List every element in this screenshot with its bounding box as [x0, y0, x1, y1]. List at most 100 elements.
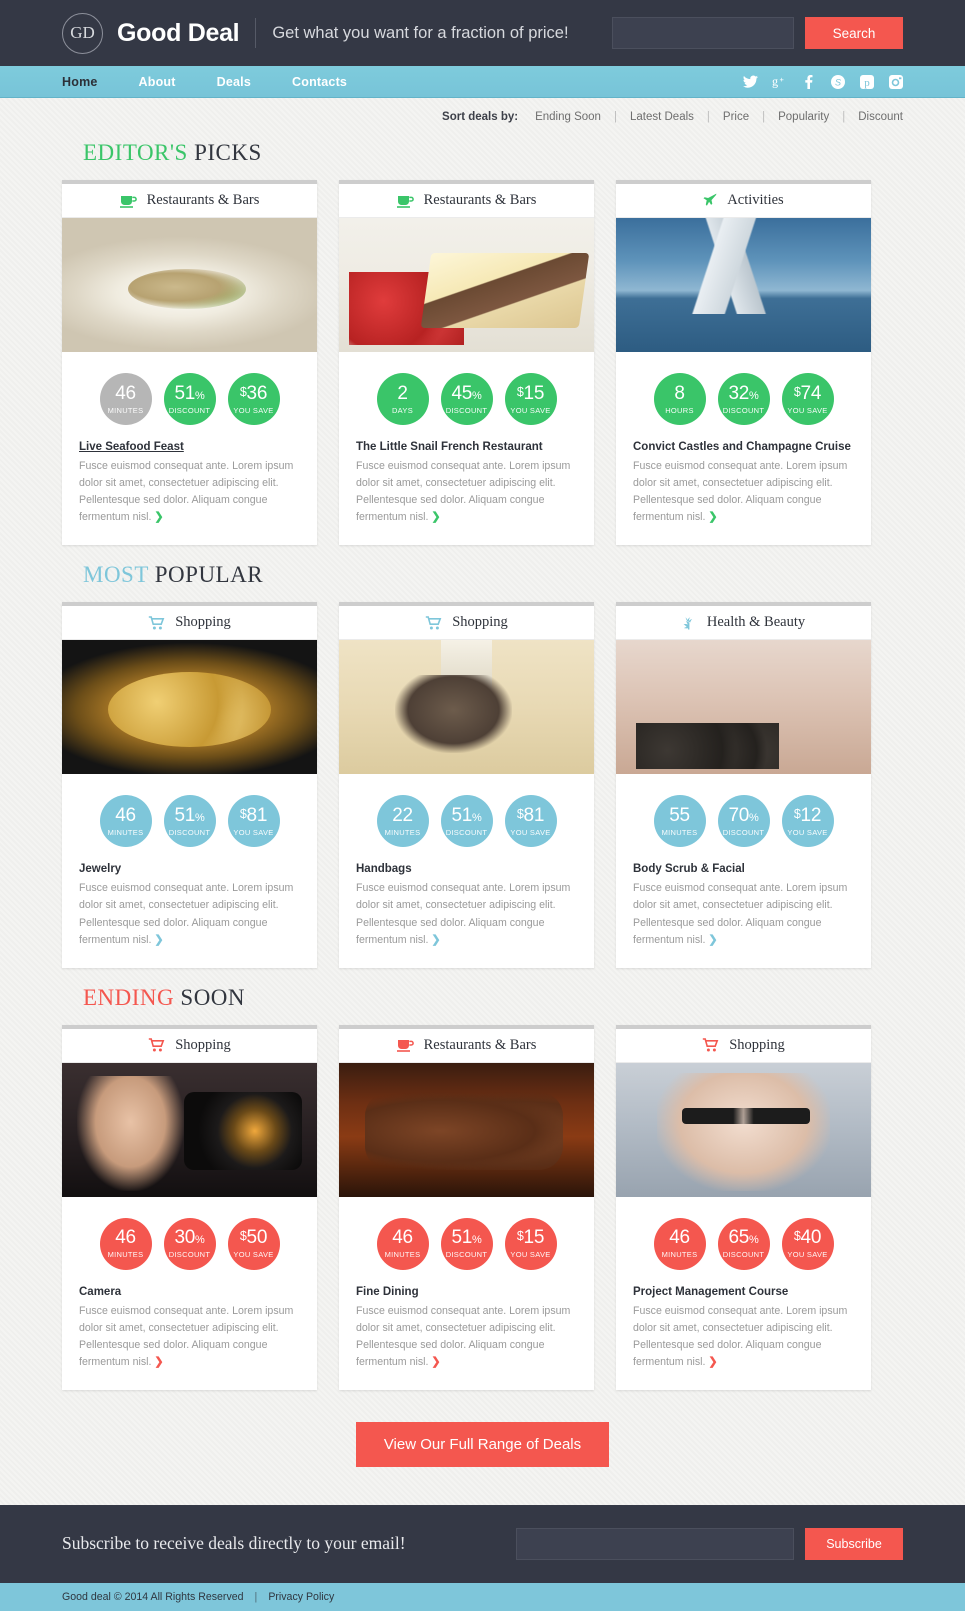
nav-item-about[interactable]: About: [139, 75, 176, 89]
subscribe-email-input[interactable]: [516, 1527, 794, 1560]
sort-option-popularity[interactable]: Popularity: [778, 111, 829, 123]
subscribe-button[interactable]: Subscribe: [805, 1527, 903, 1560]
read-more-chevron-icon[interactable]: ❯: [708, 511, 717, 523]
badge-value: 45%: [451, 382, 482, 404]
deal-photo: [339, 640, 594, 775]
badge-label: YOU SAVE: [510, 1250, 551, 1260]
instagram-icon[interactable]: [888, 74, 903, 90]
badge-value: $12: [793, 805, 822, 827]
read-more-chevron-icon[interactable]: ❯: [154, 511, 163, 523]
deal-description: Fusce euismod consequat ante. Lorem ipsu…: [633, 882, 848, 946]
badge-label: DISCOUNT: [168, 1250, 211, 1260]
deal-card[interactable]: Shopping 46 MINUTES 65% DISCOUNT $40 YOU SAVE P…: [616, 1024, 871, 1390]
deal-badge: $36 YOU SAVE: [227, 373, 280, 425]
sort-bar: Sort deals by: Ending Soon | Latest Deal…: [0, 98, 965, 123]
deal-card-header: Restaurants & Bars: [339, 1029, 594, 1063]
sort-option-price[interactable]: Price: [723, 111, 749, 123]
social-links: g + S p: [743, 74, 903, 90]
deal-description: Fusce euismod consequat ante. Lorem ipsu…: [356, 882, 571, 946]
deal-badge: 45% DISCOUNT: [440, 373, 493, 425]
deal-title[interactable]: Fine Dining: [356, 1286, 577, 1298]
deal-card-body: Live Seafood Feast Fusce euismod consequa…: [62, 425, 317, 545]
badge-value: $15: [516, 382, 545, 404]
read-more-chevron-icon[interactable]: ❯: [708, 934, 717, 946]
badge-label: MINUTES: [384, 1250, 421, 1260]
deal-card[interactable]: Shopping 46 MINUTES 30% DISCOUNT $50 YOU SAVE C…: [62, 1024, 317, 1390]
read-more-chevron-icon[interactable]: ❯: [431, 934, 440, 946]
deal-badge: 46 MINUTES: [653, 1217, 706, 1270]
badge-value: 51%: [451, 805, 482, 827]
deal-card[interactable]: Activities 8 HOURS 32% DISCOUNT $74 YOU SAVE Co…: [616, 180, 871, 546]
section-title-rest: SOON: [180, 984, 246, 1010]
view-all-deals-button[interactable]: View Our Full Range of Deals: [355, 1421, 610, 1467]
deal-card[interactable]: Restaurants & Bars 46 MINUTES 51% DISCOUNT $3…: [62, 180, 317, 546]
twitter-icon[interactable]: [743, 74, 758, 90]
badge-label: YOU SAVE: [233, 405, 274, 415]
search-input[interactable]: [612, 17, 794, 49]
deal-badges: 46 MINUTES 51% DISCOUNT $15 YOU SAVE: [339, 1197, 594, 1270]
deal-card[interactable]: Shopping 22 MINUTES 51% DISCOUNT $81 YOU SAVE H…: [339, 602, 594, 968]
deal-card[interactable]: Shopping 46 MINUTES 51% DISCOUNT $81 YOU SAVE J…: [62, 602, 317, 968]
deal-category: Health & Beauty: [706, 614, 806, 631]
deal-category: Shopping: [175, 614, 231, 631]
logo[interactable]: GD Good Deal: [62, 12, 240, 54]
sort-option-discount[interactable]: Discount: [858, 111, 903, 123]
badge-label: DISCOUNT: [168, 828, 211, 838]
deal-title[interactable]: The Little Snail French Restaurant: [356, 441, 577, 453]
deal-title[interactable]: Camera: [79, 1286, 300, 1298]
copyright-bar: Good deal © 2014 All Rights Reserved | P…: [0, 1582, 965, 1611]
privacy-policy-link[interactable]: Privacy Policy: [268, 1591, 334, 1603]
deal-title[interactable]: Handbags: [356, 863, 577, 875]
sort-separator: |: [842, 111, 846, 123]
badge-label: DAYS: [391, 405, 414, 415]
deal-badges: 46 MINUTES 30% DISCOUNT $50 YOU SAVE: [62, 1197, 317, 1270]
facebook-icon[interactable]: [801, 74, 816, 90]
deal-card-header: Shopping: [616, 1029, 871, 1063]
search-box: Search: [612, 17, 903, 49]
subscribe-text: Subscribe to receive deals directly to y…: [62, 1533, 406, 1554]
deal-card[interactable]: Health & Beauty 55 MINUTES 70% DISCOUNT $12 YO…: [616, 602, 871, 968]
search-button[interactable]: Search: [805, 17, 903, 49]
deal-card[interactable]: Restaurants & Bars 46 MINUTES 51% DISCOUNT $1…: [339, 1024, 594, 1390]
deal-photo: [62, 640, 317, 775]
deal-badge: 51% DISCOUNT: [440, 795, 493, 848]
nav-item-deals[interactable]: Deals: [217, 75, 251, 89]
badge-label: YOU SAVE: [510, 405, 551, 415]
deal-title[interactable]: Project Management Course: [633, 1286, 854, 1298]
pinterest-icon[interactable]: p: [859, 74, 874, 90]
badge-value: 51%: [174, 805, 205, 827]
google-plus-icon[interactable]: g +: [772, 74, 787, 90]
nav-item-contacts[interactable]: Contacts: [292, 75, 347, 89]
read-more-chevron-icon[interactable]: ❯: [154, 934, 163, 946]
badge-value: 22: [392, 805, 413, 827]
deal-photo: [339, 1062, 594, 1197]
badge-value: 8: [674, 382, 685, 404]
deal-card[interactable]: Restaurants & Bars 2 DAYS 45% DISCOUNT $15 YOU…: [339, 180, 594, 546]
deal-title[interactable]: Live Seafood Feast: [79, 441, 300, 453]
badge-value: $15: [516, 1227, 545, 1249]
badge-value: 30%: [174, 1227, 205, 1249]
deal-photo: [616, 640, 871, 775]
read-more-chevron-icon[interactable]: ❯: [431, 1356, 440, 1368]
skype-icon[interactable]: S: [830, 74, 845, 90]
deal-title[interactable]: Convict Castles and Champagne Cruise: [633, 441, 854, 453]
deal-card-row: Restaurants & Bars 46 MINUTES 51% DISCOUNT $3…: [62, 180, 903, 546]
deal-title[interactable]: Jewelry: [79, 863, 300, 875]
deal-photo: [616, 1062, 871, 1197]
badge-label: DISCOUNT: [722, 828, 765, 838]
sort-option-ending-soon[interactable]: Ending Soon: [535, 111, 601, 123]
deal-badge: $40 YOU SAVE: [781, 1217, 834, 1270]
badge-value: $74: [793, 382, 822, 404]
deal-badge: 46 MINUTES: [99, 795, 152, 848]
read-more-chevron-icon[interactable]: ❯: [154, 1356, 163, 1368]
coffee-cup-icon: [396, 194, 414, 208]
read-more-chevron-icon[interactable]: ❯: [431, 511, 440, 523]
badge-label: YOU SAVE: [787, 1250, 828, 1260]
read-more-chevron-icon[interactable]: ❯: [708, 1356, 717, 1368]
deal-badges: 2 DAYS 45% DISCOUNT $15 YOU SAVE: [339, 352, 594, 425]
section-title: EDITOR'S PICKS: [83, 140, 903, 166]
deal-title[interactable]: Body Scrub & Facial: [633, 863, 854, 875]
sort-option-latest-deals[interactable]: Latest Deals: [630, 111, 694, 123]
nav-item-home[interactable]: Home: [62, 75, 98, 89]
badge-value: 2: [397, 382, 408, 404]
